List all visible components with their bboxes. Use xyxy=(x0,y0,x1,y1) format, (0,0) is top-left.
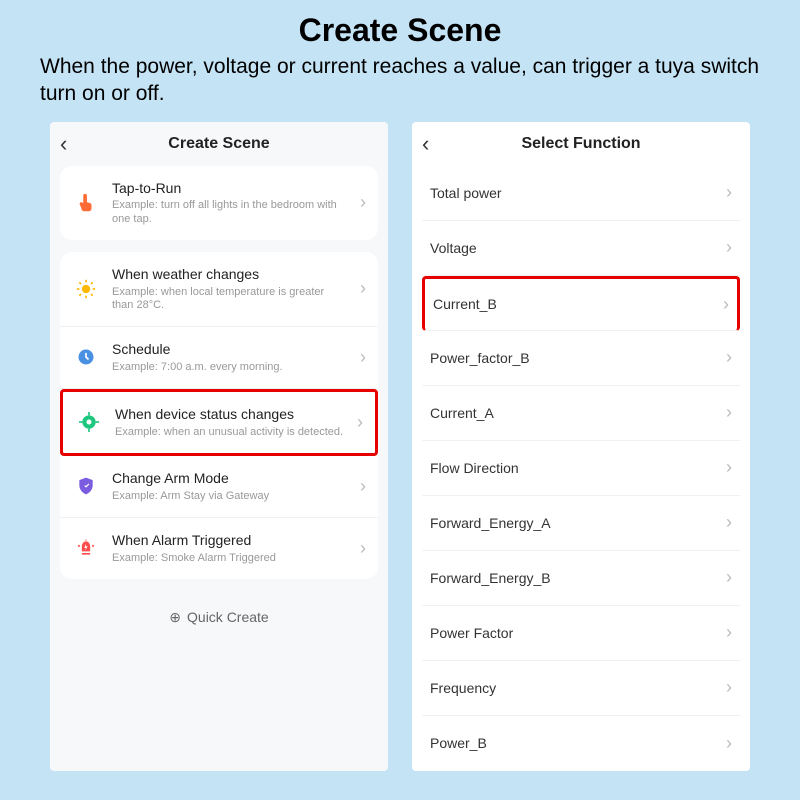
nav-title: Create Scene xyxy=(88,135,350,153)
function-label: Voltage xyxy=(430,240,477,256)
chevron-right-icon: › xyxy=(726,622,732,643)
function-row-current-b[interactable]: Current_B › xyxy=(422,276,740,331)
trigger-example: Example: Smoke Alarm Triggered xyxy=(112,552,348,565)
trigger-example: Example: 7:00 a.m. every morning. xyxy=(112,361,348,374)
triggers-card: When weather changes Example: when local… xyxy=(60,252,378,579)
quick-create-label: Quick Create xyxy=(187,609,269,625)
phones-container: ‹ Create Scene Tap-to-Run Example: turn … xyxy=(40,122,760,771)
chevron-right-icon: › xyxy=(360,476,366,497)
create-scene-screen: ‹ Create Scene Tap-to-Run Example: turn … xyxy=(50,122,388,771)
chevron-right-icon: › xyxy=(726,347,732,368)
quick-create-button[interactable]: ⊕ Quick Create xyxy=(60,591,378,630)
chevron-right-icon: › xyxy=(726,677,732,698)
trigger-title: Schedule xyxy=(112,341,348,358)
trigger-title: When device status changes xyxy=(115,406,345,423)
function-row-power-factor-b[interactable]: Power_factor_B › xyxy=(422,331,740,386)
function-row-total-power[interactable]: Total power › xyxy=(422,166,740,221)
chevron-right-icon: › xyxy=(726,402,732,423)
trigger-title: When Alarm Triggered xyxy=(112,532,348,549)
trigger-example: Example: Arm Stay via Gateway xyxy=(112,490,348,503)
shield-icon xyxy=(72,472,100,500)
function-row-power-factor[interactable]: Power Factor › xyxy=(422,606,740,661)
function-row-power-b[interactable]: Power_B › xyxy=(422,716,740,771)
chevron-right-icon: › xyxy=(357,412,363,433)
chevron-right-icon: › xyxy=(726,733,732,754)
back-button[interactable]: ‹ xyxy=(60,131,88,157)
trigger-title: When weather changes xyxy=(112,266,348,283)
function-label: Frequency xyxy=(430,680,496,696)
function-label: Power_factor_B xyxy=(430,350,530,366)
function-label: Forward_Energy_A xyxy=(430,515,551,531)
function-label: Power_B xyxy=(430,735,487,751)
arm-mode-trigger-row[interactable]: Change Arm Mode Example: Arm Stay via Ga… xyxy=(60,456,378,518)
nav-bar: ‹ Create Scene xyxy=(60,122,378,166)
chevron-right-icon: › xyxy=(726,457,732,478)
tap-to-run-example: Example: turn off all lights in the bedr… xyxy=(112,199,348,225)
alarm-icon xyxy=(72,534,100,562)
weather-trigger-row[interactable]: When weather changes Example: when local… xyxy=(60,252,378,327)
tap-to-run-title: Tap-to-Run xyxy=(112,180,348,197)
tap-to-run-text: Tap-to-Run Example: turn off all lights … xyxy=(112,180,348,226)
main-title: Create Scene xyxy=(40,12,760,49)
function-row-current-a[interactable]: Current_A › xyxy=(422,386,740,441)
tap-to-run-card: Tap-to-Run Example: turn off all lights … xyxy=(60,166,378,240)
back-button[interactable]: ‹ xyxy=(422,131,450,157)
device-status-icon xyxy=(75,408,103,436)
function-label: Current_B xyxy=(433,296,497,312)
tap-to-run-row[interactable]: Tap-to-Run Example: turn off all lights … xyxy=(60,166,378,240)
chevron-right-icon: › xyxy=(360,347,366,368)
sun-icon xyxy=(72,275,100,303)
tap-gesture-icon xyxy=(72,189,100,217)
function-row-frequency[interactable]: Frequency › xyxy=(422,661,740,716)
chevron-right-icon: › xyxy=(726,237,732,258)
alarm-trigger-row[interactable]: When Alarm Triggered Example: Smoke Alar… xyxy=(60,518,378,579)
schedule-trigger-row[interactable]: Schedule Example: 7:00 a.m. every mornin… xyxy=(60,327,378,389)
function-row-voltage[interactable]: Voltage › xyxy=(422,221,740,276)
function-row-forward-energy-b[interactable]: Forward_Energy_B › xyxy=(422,551,740,606)
function-row-forward-energy-a[interactable]: Forward_Energy_A › xyxy=(422,496,740,551)
nav-title: Select Function xyxy=(450,135,712,153)
chevron-right-icon: › xyxy=(726,512,732,533)
device-status-trigger-row[interactable]: When device status changes Example: when… xyxy=(60,389,378,456)
chevron-right-icon: › xyxy=(726,567,732,588)
chevron-right-icon: › xyxy=(360,192,366,213)
trigger-example: Example: when an unusual activity is det… xyxy=(115,426,345,439)
function-label: Forward_Energy_B xyxy=(430,570,551,586)
chevron-right-icon: › xyxy=(726,182,732,203)
nav-bar: ‹ Select Function xyxy=(422,122,740,166)
chevron-right-icon: › xyxy=(360,538,366,559)
function-row-flow-direction[interactable]: Flow Direction › xyxy=(422,441,740,496)
function-label: Current_A xyxy=(430,405,494,421)
chevron-right-icon: › xyxy=(360,278,366,299)
function-label: Power Factor xyxy=(430,625,513,641)
chevron-right-icon: › xyxy=(723,294,729,315)
function-label: Flow Direction xyxy=(430,460,519,476)
trigger-title: Change Arm Mode xyxy=(112,470,348,487)
clock-icon xyxy=(72,343,100,371)
upload-icon: ⊕ xyxy=(169,609,181,626)
function-label: Total power xyxy=(430,185,502,201)
select-function-screen: ‹ Select Function Total power › Voltage … xyxy=(412,122,750,771)
trigger-example: Example: when local temperature is great… xyxy=(112,286,348,312)
subtitle: When the power, voltage or current reach… xyxy=(40,53,760,108)
